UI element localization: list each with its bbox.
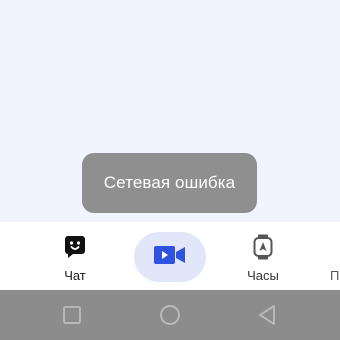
nav-item-chat[interactable]: Чат: [50, 222, 100, 290]
back-button[interactable]: [256, 304, 278, 326]
watch-icon: [253, 234, 273, 260]
toast-message: Сетевая ошибка: [103, 173, 236, 192]
back-triangle-icon: [259, 305, 275, 325]
nav-item-video[interactable]: [134, 232, 206, 282]
nav-item-partial[interactable]: Пр: [322, 222, 340, 290]
chat-icon: [64, 234, 86, 260]
home-button[interactable]: [159, 304, 181, 326]
square-icon: [63, 306, 81, 324]
circle-icon: [160, 305, 180, 325]
nav-label-watch: Часы: [247, 268, 279, 283]
system-navigation-bar: [0, 290, 340, 340]
network-error-toast: Сетевая ошибка: [82, 153, 257, 213]
bottom-navigation-bar: Чат Часы Пр: [0, 222, 340, 290]
nav-label-partial: Пр: [330, 268, 340, 283]
nav-item-watch[interactable]: Часы: [238, 222, 288, 290]
recent-apps-button[interactable]: [61, 304, 83, 326]
nav-label-chat: Чат: [64, 268, 86, 283]
video-camera-icon: [153, 244, 187, 271]
